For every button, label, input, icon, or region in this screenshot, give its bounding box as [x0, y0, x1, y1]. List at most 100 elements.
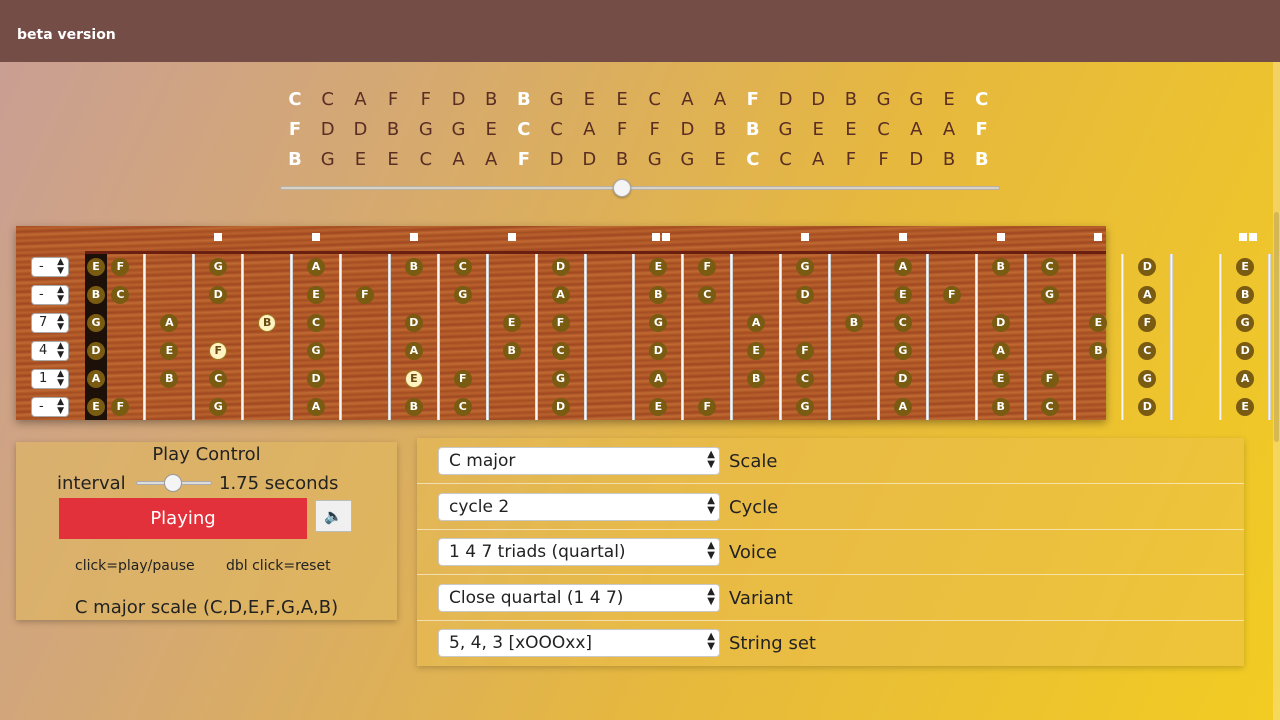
fretboard-note[interactable]: G: [649, 313, 668, 332]
fretboard-note[interactable]: B: [404, 397, 423, 416]
scale-select[interactable]: C major ▲ ▼: [438, 447, 720, 475]
fretboard[interactable]: - ▲ ▼ - ▲ ▼ 7 ▲ ▼ 4 ▲ ▼ 1 ▲ ▼ - ▲ ▼ E F G A B C D E F G A B C D E B C D E F G A…: [16, 226, 1272, 420]
fretboard-note[interactable]: D: [551, 258, 570, 276]
fretboard-note[interactable]: A: [893, 397, 912, 416]
fretboard-note[interactable]: C: [551, 341, 570, 360]
fretboard-note[interactable]: C: [209, 369, 228, 388]
fretboard-note[interactable]: B: [1089, 341, 1108, 360]
fretboard-note[interactable]: G: [1040, 285, 1059, 304]
fretboard-note[interactable]: B: [87, 285, 105, 304]
variant-select[interactable]: Close quartal (1 4 7) ▲ ▼: [438, 584, 720, 612]
sound-toggle-button[interactable]: 🔈: [315, 500, 352, 532]
fretboard-note[interactable]: E: [649, 397, 668, 416]
string-voice-select[interactable]: 1 ▲ ▼: [31, 368, 69, 389]
fretboard-note[interactable]: F: [698, 258, 717, 276]
fretboard-note[interactable]: G: [1138, 369, 1157, 388]
fretboard-note[interactable]: B: [747, 369, 766, 388]
fretboard-note[interactable]: D: [893, 369, 912, 388]
fretboard-note[interactable]: D: [796, 285, 815, 304]
fretboard-note[interactable]: G: [796, 258, 815, 276]
fretboard-note[interactable]: E: [404, 369, 423, 388]
fretboard-note[interactable]: E: [502, 313, 521, 332]
fretboard-note[interactable]: F: [111, 258, 130, 276]
fretboard-note[interactable]: E: [649, 258, 668, 276]
fretboard-note[interactable]: E: [160, 341, 179, 360]
fretboard-note[interactable]: F: [698, 397, 717, 416]
cycle-select[interactable]: cycle 2 ▲ ▼: [438, 493, 720, 521]
fretboard-note[interactable]: A: [1138, 285, 1157, 304]
fretboard-note[interactable]: F: [551, 313, 570, 332]
string-voice-select[interactable]: - ▲ ▼: [31, 284, 69, 305]
fretboard-note[interactable]: D: [209, 285, 228, 304]
fretboard-note[interactable]: F: [453, 369, 472, 388]
fretboard-note[interactable]: E: [87, 258, 105, 276]
fretboard-note[interactable]: D: [1138, 397, 1157, 416]
fretboard-note[interactable]: A: [551, 285, 570, 304]
cycle-slider-track[interactable]: [280, 186, 1000, 190]
fretboard-note[interactable]: F: [355, 285, 374, 304]
voice-select[interactable]: 1 4 7 triads (quartal) ▲ ▼: [438, 538, 720, 566]
fretboard-note[interactable]: A: [893, 258, 912, 276]
string-voice-select[interactable]: 7 ▲ ▼: [31, 312, 69, 333]
fretboard-note[interactable]: E: [893, 285, 912, 304]
fretboard-note[interactable]: E: [991, 369, 1010, 388]
fretboard-note[interactable]: G: [209, 397, 228, 416]
fretboard-note[interactable]: B: [502, 341, 521, 360]
fretboard-note[interactable]: B: [404, 258, 423, 276]
page-scrollbar[interactable]: [1273, 62, 1280, 720]
fretboard-note[interactable]: F: [111, 397, 130, 416]
fretboard-note[interactable]: B: [160, 369, 179, 388]
string-voice-select[interactable]: - ▲ ▼: [31, 257, 69, 277]
fretboard-note[interactable]: D: [1138, 258, 1157, 276]
string-voice-select[interactable]: 4 ▲ ▼: [31, 340, 69, 361]
fretboard-note[interactable]: D: [307, 369, 326, 388]
fretboard-note[interactable]: C: [893, 313, 912, 332]
fretboard-note[interactable]: F: [209, 341, 228, 360]
fretboard-note[interactable]: D: [991, 313, 1010, 332]
fretboard-note[interactable]: B: [1236, 285, 1255, 304]
fretboard-note[interactable]: C: [453, 397, 472, 416]
fretboard-note[interactable]: C: [453, 258, 472, 276]
fretboard-note[interactable]: E: [1089, 313, 1108, 332]
fretboard-note[interactable]: B: [991, 397, 1010, 416]
fretboard-note[interactable]: C: [1138, 341, 1157, 360]
fretboard-note[interactable]: G: [893, 341, 912, 360]
fretboard-note[interactable]: B: [844, 313, 863, 332]
fretboard-note[interactable]: G: [1236, 313, 1255, 332]
fretboard-note[interactable]: B: [991, 258, 1010, 276]
fretboard-note[interactable]: A: [649, 369, 668, 388]
fretboard-note[interactable]: C: [698, 285, 717, 304]
fretboard-note[interactable]: D: [551, 397, 570, 416]
fretboard-note[interactable]: E: [307, 285, 326, 304]
fretboard-note[interactable]: F: [942, 285, 961, 304]
fretboard-note[interactable]: F: [1138, 313, 1157, 332]
fretboard-note[interactable]: B: [258, 313, 277, 332]
fretboard-note[interactable]: A: [1236, 369, 1255, 388]
cycle-slider-thumb[interactable]: [613, 179, 631, 197]
string-set-select[interactable]: 5, 4, 3 [xOOOxx] ▲ ▼: [438, 629, 720, 657]
cycle-position-slider[interactable]: [280, 179, 1000, 197]
fretboard-note[interactable]: A: [991, 341, 1010, 360]
fretboard-note[interactable]: B: [649, 285, 668, 304]
fretboard-note[interactable]: D: [404, 313, 423, 332]
fretboard-note[interactable]: G: [796, 397, 815, 416]
fretboard-note[interactable]: C: [307, 313, 326, 332]
fretboard-note[interactable]: A: [747, 313, 766, 332]
fretboard-note[interactable]: A: [307, 258, 326, 276]
fretboard-note[interactable]: G: [453, 285, 472, 304]
fretboard-note[interactable]: A: [87, 369, 105, 388]
fretboard-note[interactable]: G: [551, 369, 570, 388]
fretboard-note[interactable]: C: [796, 369, 815, 388]
fretboard-note[interactable]: C: [1040, 397, 1059, 416]
fretboard-note[interactable]: A: [404, 341, 423, 360]
fretboard-note[interactable]: F: [796, 341, 815, 360]
fretboard-note[interactable]: E: [747, 341, 766, 360]
string-voice-select[interactable]: - ▲ ▼: [31, 396, 69, 417]
fretboard-note[interactable]: C: [1040, 258, 1059, 276]
interval-slider[interactable]: [136, 474, 212, 492]
fretboard-note[interactable]: G: [307, 341, 326, 360]
fretboard-note[interactable]: E: [1236, 258, 1255, 276]
fretboard-note[interactable]: F: [1040, 369, 1059, 388]
fretboard-note[interactable]: G: [87, 313, 105, 332]
fretboard-note[interactable]: E: [1236, 397, 1255, 416]
